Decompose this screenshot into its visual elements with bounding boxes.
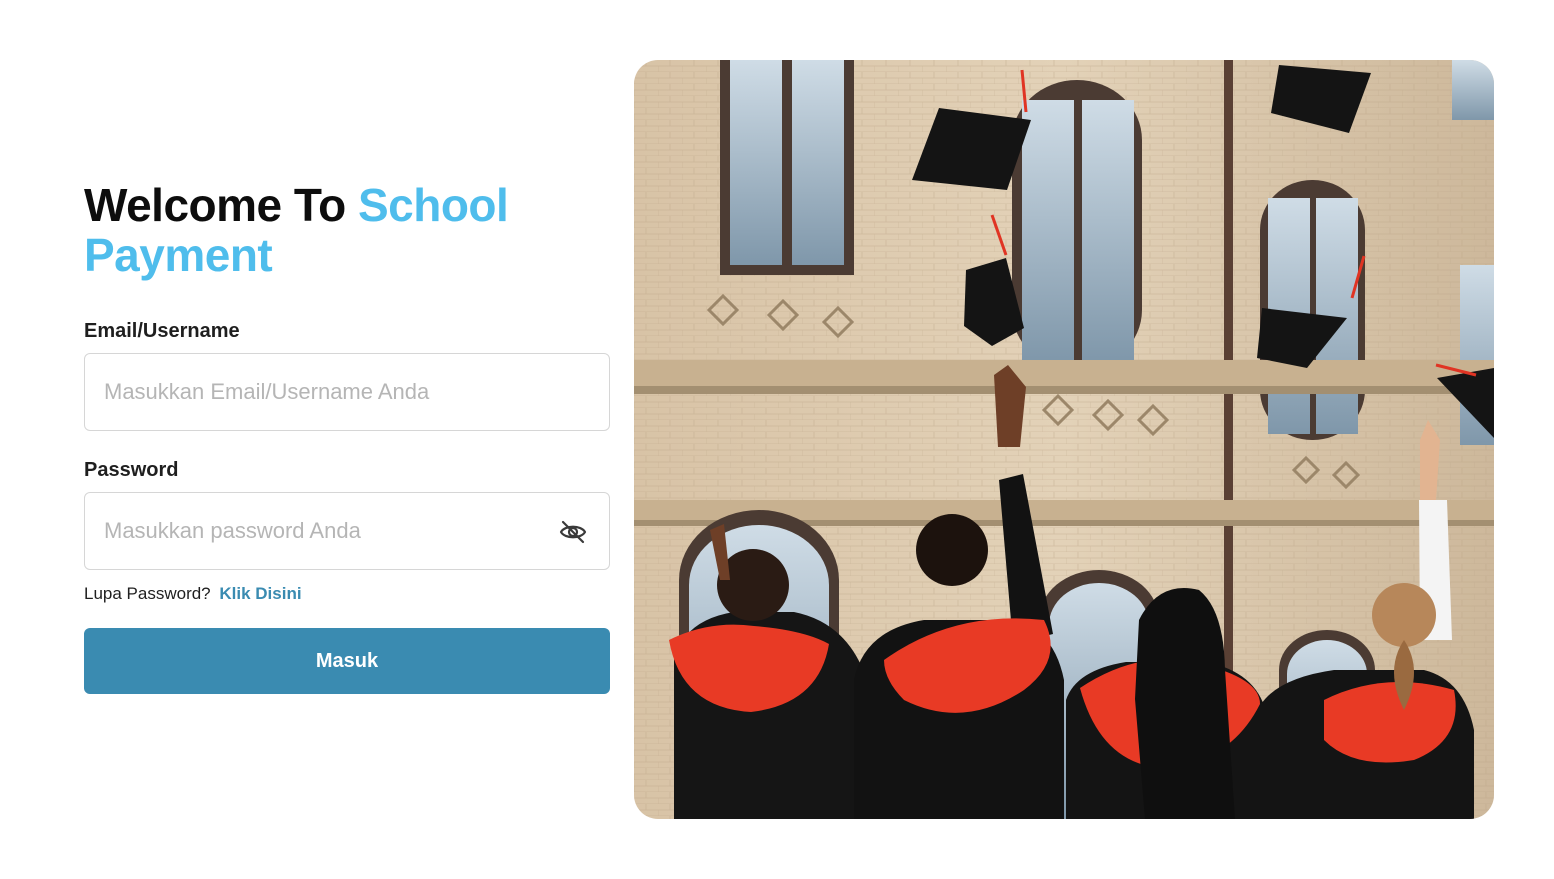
login-form: Welcome To School Payment Email/Username… [84, 180, 610, 694]
forgot-password-text: Lupa Password? [84, 584, 211, 603]
password-field-container [84, 492, 610, 570]
forgot-password-row: Lupa Password? Klik Disini [84, 584, 610, 604]
page-title: Welcome To School Payment [84, 180, 610, 280]
title-prefix: Welcome To [84, 179, 358, 231]
email-label: Email/Username [84, 320, 240, 342]
email-input[interactable] [85, 354, 609, 430]
login-button[interactable]: Masuk [84, 628, 610, 694]
forgot-password-link[interactable]: Klik Disini [219, 584, 301, 603]
hero-image-graduation [634, 60, 1494, 819]
password-label: Password [84, 459, 179, 481]
email-field-container [84, 353, 610, 431]
password-input[interactable] [85, 493, 609, 569]
eye-off-icon[interactable] [559, 519, 587, 545]
login-page: Welcome To School Payment Email/Username… [0, 0, 1554, 879]
